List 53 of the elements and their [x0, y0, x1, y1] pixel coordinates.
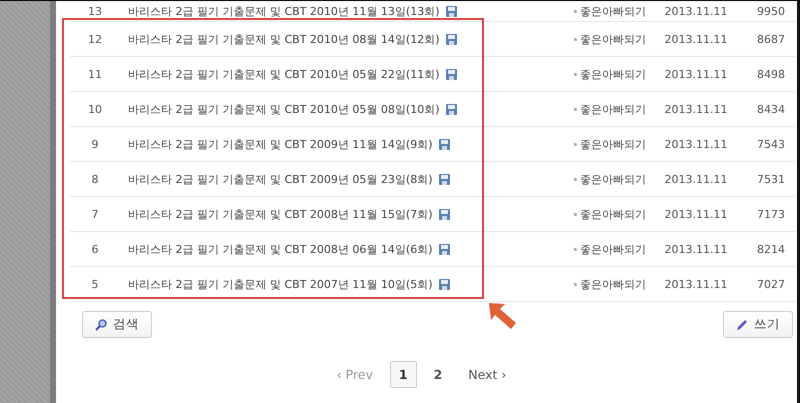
page-link[interactable]: 1: [390, 361, 417, 388]
author-name[interactable]: 좋은아빠되기: [580, 242, 646, 256]
post-number: 9: [90, 138, 100, 150]
post-title-link[interactable]: 바리스타 2급 필기 기출문제 및 CBT 2010년 11월 13일(13회): [128, 4, 440, 18]
author-name[interactable]: 좋은아빠되기: [580, 206, 646, 222]
view-count: 8687: [756, 32, 786, 46]
author-name[interactable]: 좋은아빠되기: [580, 102, 646, 116]
post-number: 7: [90, 208, 100, 220]
post-number: 12: [87, 32, 103, 46]
post-date: 2013.11.11: [664, 172, 728, 186]
view-count: 9950: [756, 4, 786, 18]
page-link[interactable]: 2: [424, 361, 452, 388]
view-count: 7027: [756, 278, 786, 290]
author-name[interactable]: 좋은아빠되기: [580, 172, 646, 186]
write-button[interactable]: 쓰기: [723, 311, 793, 338]
post-number: 10: [87, 102, 103, 116]
post-date: 2013.11.11: [664, 4, 728, 18]
post-date: 2013.11.11: [664, 208, 728, 220]
post-title-link[interactable]: 바리스타 2급 필기 기출문제 및 CBT 2009년 05월 23일(8회): [128, 172, 432, 186]
post-date: 2013.11.11: [664, 242, 728, 256]
post-title-link[interactable]: 바리스타 2급 필기 기출문제 및 CBT 2010년 08월 14일(12회): [128, 32, 440, 46]
post-title-link[interactable]: 바리스타 2급 필기 기출문제 및 CBT 2008년 06월 14일(6회): [128, 242, 432, 256]
post-title-link[interactable]: 바리스타 2급 필기 기출문제 및 CBT 2010년 05월 22일(11회): [128, 66, 440, 82]
author-name[interactable]: 좋은아빠되기: [580, 66, 646, 82]
author-name[interactable]: 좋은아빠되기: [580, 4, 646, 18]
post-date: 2013.11.11: [664, 278, 728, 290]
search-button[interactable]: 검색: [82, 311, 152, 338]
post-date: 2013.11.11: [664, 32, 728, 46]
post-number: 6: [90, 242, 100, 256]
post-number: 11: [87, 68, 103, 80]
author-name[interactable]: 좋은아빠되기: [580, 32, 646, 46]
view-count: 7173: [756, 208, 786, 220]
view-count: 8498: [756, 68, 786, 80]
post-number: 8: [90, 172, 100, 186]
post-title-link[interactable]: 바리스타 2급 필기 기출문제 및 CBT 2010년 05월 08일(10회): [128, 102, 440, 116]
author-name[interactable]: 좋은아빠되기: [580, 136, 646, 152]
view-count: 7543: [756, 138, 786, 150]
view-count: 8434: [756, 102, 786, 116]
post-title-link[interactable]: 바리스타 2급 필기 기출문제 및 CBT 2009년 11월 14일(9회): [128, 136, 432, 152]
next-link[interactable]: Next ›: [459, 361, 516, 388]
post-date: 2013.11.11: [664, 138, 728, 150]
view-count: 8214: [756, 242, 786, 256]
search-icon: [95, 318, 107, 330]
view-count: 7531: [756, 172, 786, 186]
post-title-link[interactable]: 바리스타 2급 필기 기출문제 및 CBT 2007년 11월 10일(5회): [128, 276, 432, 292]
post-number: 13: [87, 4, 103, 18]
arrow-icon: [487, 301, 519, 331]
post-date: 2013.11.11: [664, 102, 728, 116]
author-name[interactable]: 좋은아빠되기: [580, 276, 646, 292]
post-number: 5: [90, 278, 100, 290]
pencil-icon: [736, 318, 748, 330]
post-date: 2013.11.11: [664, 68, 728, 80]
post-title-link[interactable]: 바리스타 2급 필기 기출문제 및 CBT 2008년 11월 15일(7회): [128, 206, 432, 222]
